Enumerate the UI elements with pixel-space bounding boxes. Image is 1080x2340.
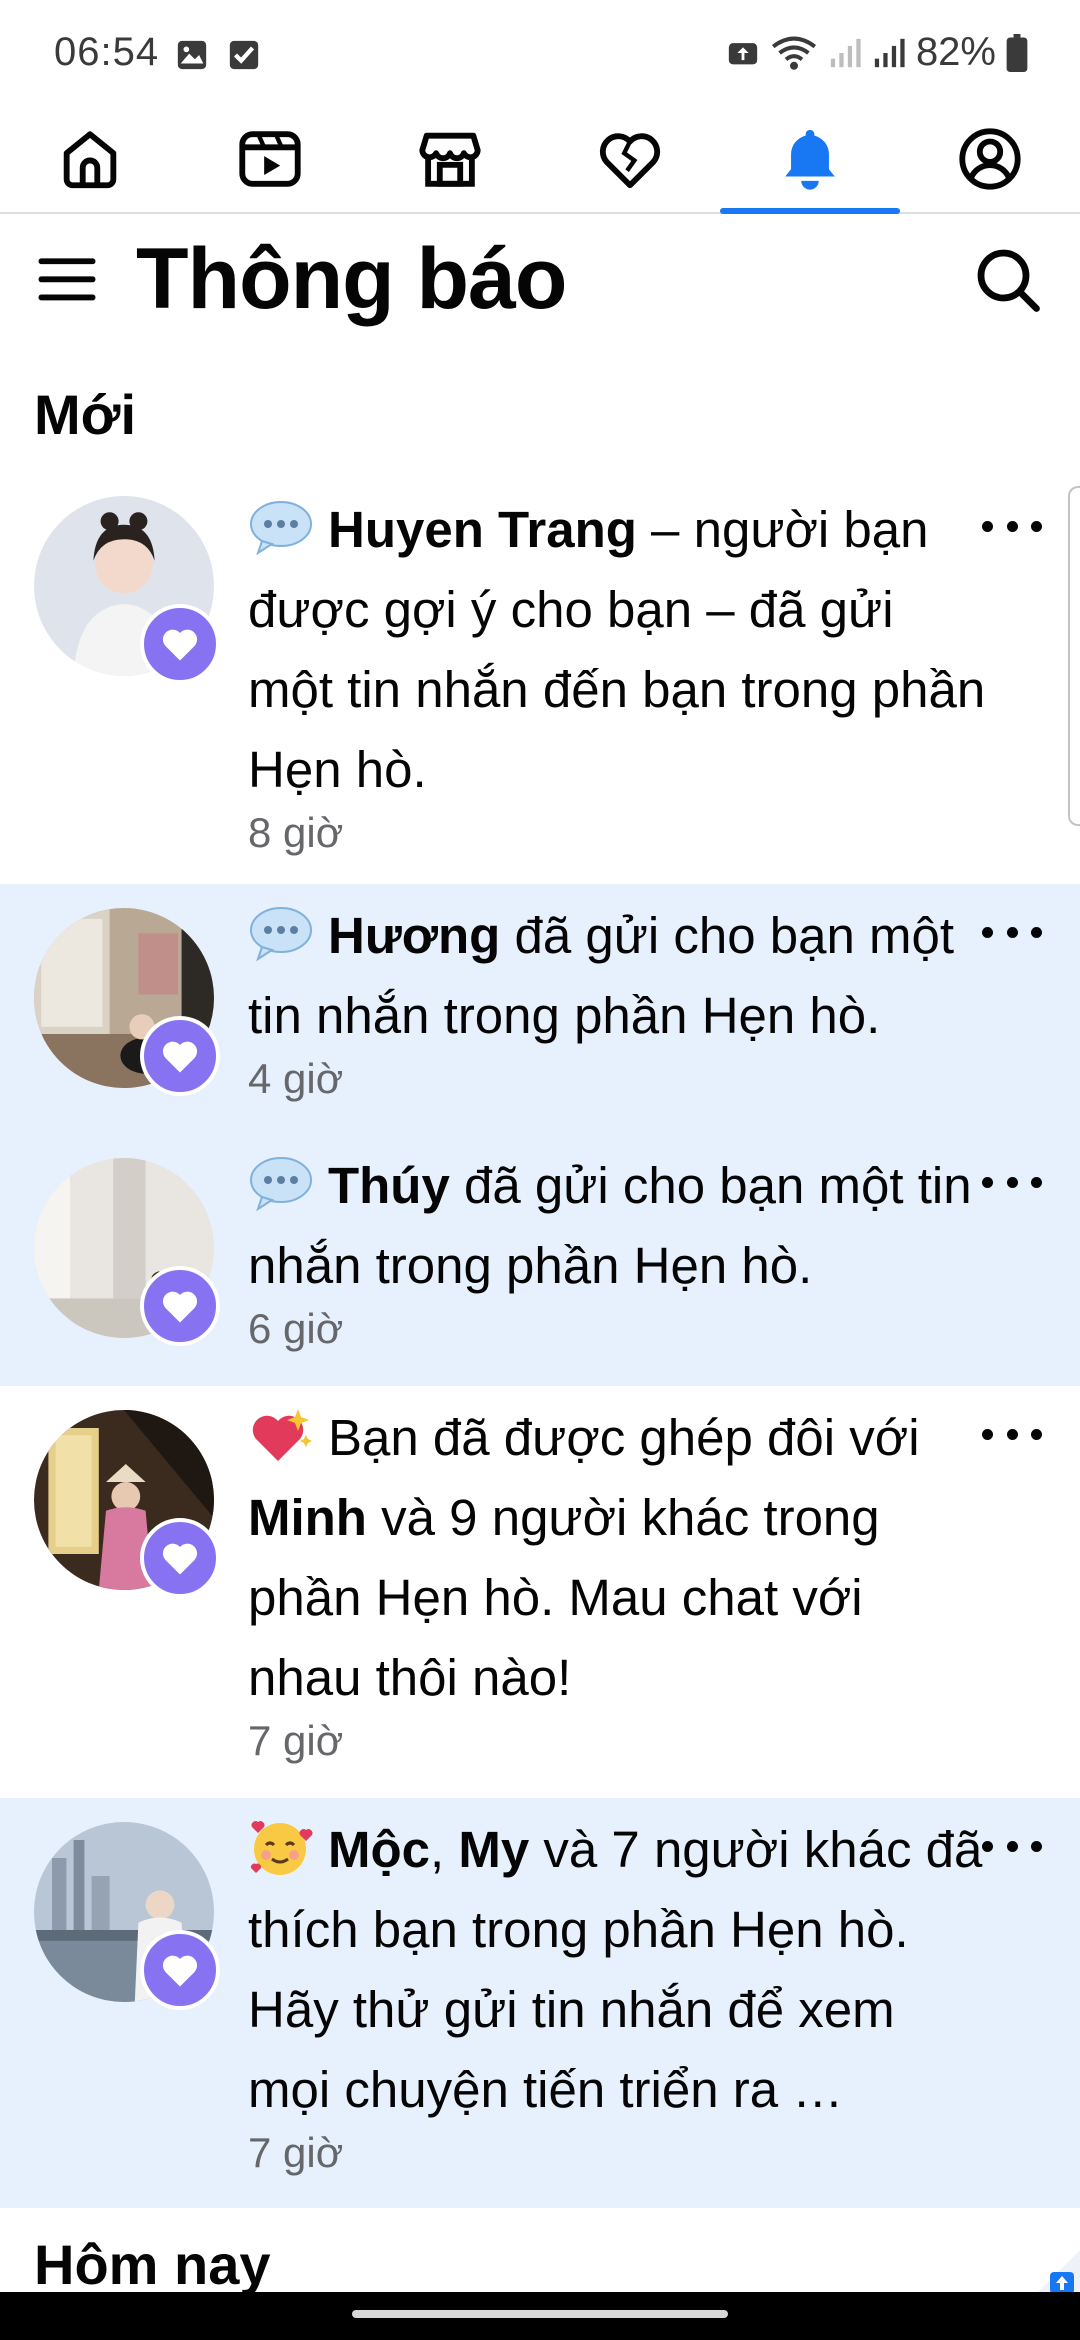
dating-badge bbox=[140, 1518, 220, 1598]
home-icon bbox=[63, 131, 117, 189]
notification-time: 8 giờ bbox=[248, 809, 344, 856]
battery-icon bbox=[1006, 33, 1028, 72]
more-options-button[interactable] bbox=[982, 912, 1042, 952]
top-tab-bar bbox=[0, 106, 1080, 214]
system-nav-bar bbox=[0, 2292, 1080, 2340]
bell-icon bbox=[785, 129, 835, 190]
notification-item[interactable]: Hương đã gửi cho bạn một tin nhắn trong … bbox=[0, 884, 1080, 1134]
sender-name: Minh bbox=[248, 1489, 367, 1546]
notification-time: 7 giờ bbox=[248, 1717, 344, 1764]
page-header: Thông báo bbox=[0, 216, 1080, 346]
wifi-icon bbox=[771, 36, 816, 70]
status-bar: 06:54 82% bbox=[0, 0, 1080, 106]
notification-message-prefix: Bạn đã được ghép đôi với bbox=[328, 1409, 920, 1466]
notification-body: Hương đã gửi cho bạn một tin nhắn trong … bbox=[248, 896, 990, 1108]
name-separator: , bbox=[430, 1821, 459, 1878]
section-title-today: Hôm nay bbox=[34, 2233, 271, 2296]
more-options-button[interactable] bbox=[982, 506, 1042, 546]
status-right: 82% bbox=[726, 30, 1028, 75]
scrollbar-thumb[interactable] bbox=[1068, 486, 1080, 826]
sender-name: Hương bbox=[328, 907, 501, 964]
status-left-icons bbox=[175, 38, 261, 72]
store-icon bbox=[419, 132, 481, 187]
heart-icon bbox=[162, 1291, 198, 1323]
search-icon[interactable] bbox=[972, 244, 1044, 316]
notification-text: Thúy đã gửi cho bạn một tin nhắn trong p… bbox=[248, 1146, 990, 1306]
speech-bubble-icon bbox=[248, 1153, 314, 1213]
battery-percent: 82% bbox=[915, 30, 996, 74]
more-options-button[interactable] bbox=[982, 1826, 1042, 1866]
smiling-face-hearts-icon bbox=[248, 1817, 314, 1877]
home-indicator[interactable] bbox=[352, 2310, 728, 2318]
sender-name: Mộc bbox=[328, 1821, 430, 1878]
notification-item[interactable]: Mộc, My và 7 người khác đã thích bạn tro… bbox=[0, 1798, 1080, 2208]
notification-time: 4 giờ bbox=[248, 1055, 344, 1102]
dating-badge bbox=[140, 1930, 220, 2010]
avatar-wrap bbox=[34, 1822, 220, 2010]
section-title-new: Mới bbox=[34, 383, 137, 446]
tab-notifications[interactable] bbox=[720, 106, 900, 214]
signal-icon bbox=[830, 38, 861, 67]
notification-item[interactable]: Bạn đã được ghép đôi với Minh và 9 người… bbox=[0, 1386, 1080, 1798]
notification-body: Thúy đã gửi cho bạn một tin nhắn trong p… bbox=[248, 1146, 990, 1358]
menu-icon[interactable] bbox=[36, 248, 98, 310]
upload-icon bbox=[728, 42, 758, 64]
notification-text: Huyen Trang – người bạn được gợi ý cho b… bbox=[248, 490, 990, 810]
avatar-wrap bbox=[34, 1158, 220, 1346]
notification-time: 6 giờ bbox=[248, 1305, 344, 1352]
avatar-wrap bbox=[34, 908, 220, 1096]
dating-badge bbox=[140, 1016, 220, 1096]
gallery-icon bbox=[177, 40, 207, 70]
speech-bubble-icon bbox=[248, 903, 314, 963]
notification-item[interactable]: Thúy đã gửi cho bạn một tin nhắn trong p… bbox=[0, 1134, 1080, 1386]
tab-dating[interactable] bbox=[540, 106, 720, 212]
profile-icon bbox=[959, 128, 1021, 190]
dating-badge bbox=[140, 1266, 220, 1346]
tab-home[interactable] bbox=[0, 106, 180, 212]
avatar-wrap bbox=[34, 496, 220, 684]
notification-time: 7 giờ bbox=[248, 2129, 344, 2176]
more-options-button[interactable] bbox=[982, 1414, 1042, 1454]
heart-icon bbox=[162, 1041, 198, 1073]
sender-name: Thúy bbox=[328, 1157, 450, 1214]
notification-text: Bạn đã được ghép đôi với Minh và 9 người… bbox=[248, 1398, 990, 1718]
notification-body: Mộc, My và 7 người khác đã thích bạn tro… bbox=[248, 1810, 990, 2182]
heart-icon bbox=[162, 1955, 198, 1987]
tab-watch[interactable] bbox=[180, 106, 360, 212]
avatar-wrap bbox=[34, 1410, 220, 1598]
dating-badge bbox=[140, 604, 220, 684]
heart-icon bbox=[162, 1543, 198, 1575]
sender-name-2: My bbox=[458, 1821, 530, 1878]
tab-profile[interactable] bbox=[900, 106, 1080, 212]
heart-icon bbox=[162, 629, 198, 661]
status-time: 06:54 bbox=[54, 30, 160, 74]
notification-body: Huyen Trang – người bạn được gợi ý cho b… bbox=[248, 490, 990, 862]
sender-name: Huyen Trang bbox=[328, 501, 637, 558]
notification-body: Bạn đã được ghép đôi với Minh và 9 người… bbox=[248, 1398, 990, 1770]
tab-marketplace[interactable] bbox=[360, 106, 540, 212]
more-options-button[interactable] bbox=[982, 1162, 1042, 1202]
notification-text: Mộc, My và 7 người khác đã thích bạn tro… bbox=[248, 1810, 990, 2130]
sparkling-heart-icon bbox=[248, 1405, 314, 1465]
signal-icon-2 bbox=[874, 38, 905, 67]
speech-bubble-icon bbox=[248, 497, 314, 557]
notification-item[interactable]: Huyen Trang – người bạn được gợi ý cho b… bbox=[0, 470, 1080, 884]
video-icon bbox=[239, 131, 301, 187]
page-title: Thông báo bbox=[136, 231, 567, 327]
heart-icon bbox=[599, 133, 661, 189]
checkbox-icon bbox=[229, 40, 259, 70]
notification-text: Hương đã gửi cho bạn một tin nhắn trong … bbox=[248, 896, 990, 1056]
